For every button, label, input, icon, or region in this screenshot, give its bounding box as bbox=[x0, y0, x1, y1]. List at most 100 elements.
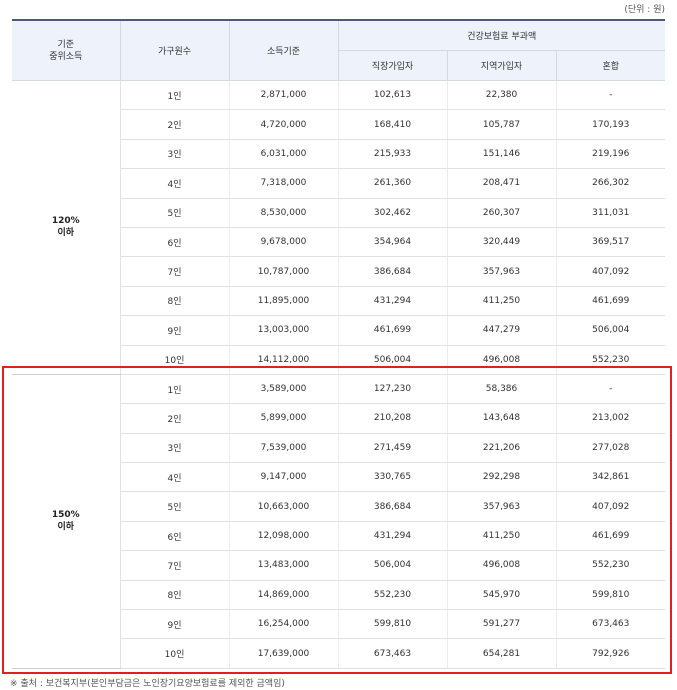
regional-cell: 143,648 bbox=[447, 403, 557, 434]
income-cell: 11,895,000 bbox=[229, 286, 339, 317]
household-cell: 3인 bbox=[120, 139, 230, 170]
household-cell: 2인 bbox=[120, 109, 230, 140]
table-row: 150% 이하 1인 3,589,000 127,230 58,386- bbox=[12, 374, 665, 669]
household-cell: 9인 bbox=[120, 315, 230, 346]
household-cell: 5인 bbox=[120, 491, 230, 522]
source-footnote: ※ 출처 : 보건복지부(본인부담금은 노인장기요양보험료를 제외한 금액임) bbox=[10, 679, 285, 689]
employee-cell: 261,360 bbox=[338, 168, 448, 199]
income-cell: 8,530,000 bbox=[229, 198, 339, 228]
income-cell: 16,254,000 bbox=[229, 609, 339, 640]
household-cell: 1인 bbox=[120, 80, 230, 111]
income-cell: 14,869,000 bbox=[229, 580, 339, 611]
employee-cell: 673,463 bbox=[338, 638, 448, 669]
mixed-cell: 552,230 bbox=[556, 345, 665, 375]
regional-cell: 208,471 bbox=[447, 168, 557, 199]
household-cell: 2인 bbox=[120, 403, 230, 434]
header-premium: 건강보험료 부과액 bbox=[338, 19, 665, 51]
household-cell: 8인 bbox=[120, 286, 230, 317]
mixed-cell: 369,517 bbox=[556, 227, 665, 258]
household-cell: 7인 bbox=[120, 256, 230, 287]
mixed-cell: 673,463 bbox=[556, 609, 665, 640]
regional-cell: 411,250 bbox=[447, 286, 557, 317]
unit-label: (단위 : 원) bbox=[624, 5, 665, 15]
household-cell: 6인 bbox=[120, 521, 230, 552]
mixed-cell: 792,926 bbox=[556, 638, 665, 669]
header-regional: 지역가입자 bbox=[447, 50, 557, 81]
header-group: 기준 중위소득 bbox=[12, 19, 121, 81]
income-cell: 7,539,000 bbox=[229, 433, 339, 464]
household-cell: 9인 bbox=[120, 609, 230, 640]
regional-cell: 496,008 bbox=[447, 550, 557, 581]
regional-cell: 221,206 bbox=[447, 433, 557, 464]
employee-cell: 215,933 bbox=[338, 139, 448, 170]
household-cell: 10인 bbox=[120, 345, 230, 375]
table-body: 120% 이하 1인 2,871,000 102,613 22,380-2인 4,720,… bbox=[12, 80, 665, 669]
employee-cell: 302,462 bbox=[338, 198, 448, 228]
income-cell: 12,098,000 bbox=[229, 521, 339, 552]
header-mixed: 혼합 bbox=[556, 50, 665, 81]
income-cell: 7,318,000 bbox=[229, 168, 339, 199]
income-cell: 4,720,000 bbox=[229, 109, 339, 140]
household-cell: 7인 bbox=[120, 550, 230, 581]
regional-cell: 357,963 bbox=[447, 256, 557, 287]
employee-cell: 386,684 bbox=[338, 256, 448, 287]
mixed-cell: - bbox=[556, 80, 665, 111]
employee-cell: 431,294 bbox=[338, 286, 448, 317]
employee-cell: 461,699 bbox=[338, 315, 448, 346]
employee-cell: 330,765 bbox=[338, 462, 448, 493]
income-cell: 9,147,000 bbox=[229, 462, 339, 493]
regional-cell: 260,307 bbox=[447, 198, 557, 228]
group-label: 150% 이하 bbox=[12, 374, 121, 669]
income-cell: 17,639,000 bbox=[229, 638, 339, 669]
employee-cell: 431,294 bbox=[338, 521, 448, 552]
income-criteria-table: 기준 중위소득 가구원수 소득기준 건강보험료 부과액 직장가입자 지역가입자 … bbox=[12, 19, 665, 669]
employee-cell: 354,964 bbox=[338, 227, 448, 258]
mixed-cell: 461,699 bbox=[556, 286, 665, 317]
header-employee: 직장가입자 bbox=[338, 50, 448, 81]
regional-cell: 22,380 bbox=[447, 80, 557, 111]
employee-cell: 210,208 bbox=[338, 403, 448, 434]
table-row: 120% 이하 1인 2,871,000 102,613 22,380- bbox=[12, 80, 665, 375]
mixed-cell: 266,302 bbox=[556, 168, 665, 199]
mixed-cell: 219,196 bbox=[556, 139, 665, 170]
mixed-cell: 213,002 bbox=[556, 403, 665, 434]
regional-cell: 292,298 bbox=[447, 462, 557, 493]
employee-cell: 168,410 bbox=[338, 109, 448, 140]
mixed-cell: 407,092 bbox=[556, 256, 665, 287]
mixed-cell: 506,004 bbox=[556, 315, 665, 346]
regional-cell: 447,279 bbox=[447, 315, 557, 346]
regional-cell: 496,008 bbox=[447, 345, 557, 375]
household-cell: 6인 bbox=[120, 227, 230, 258]
regional-cell: 58,386 bbox=[447, 374, 557, 405]
employee-cell: 599,810 bbox=[338, 609, 448, 640]
employee-cell: 506,004 bbox=[338, 550, 448, 581]
income-cell: 13,483,000 bbox=[229, 550, 339, 581]
mixed-cell: 311,031 bbox=[556, 198, 665, 228]
income-cell: 10,663,000 bbox=[229, 491, 339, 522]
household-cell: 4인 bbox=[120, 168, 230, 199]
employee-cell: 386,684 bbox=[338, 491, 448, 522]
header-household: 가구원수 bbox=[120, 19, 230, 81]
income-cell: 2,871,000 bbox=[229, 80, 339, 111]
income-cell: 10,787,000 bbox=[229, 256, 339, 287]
income-cell: 13,003,000 bbox=[229, 315, 339, 346]
mixed-cell: 599,810 bbox=[556, 580, 665, 611]
employee-cell: 127,230 bbox=[338, 374, 448, 405]
mixed-cell: 170,193 bbox=[556, 109, 665, 140]
mixed-cell: 461,699 bbox=[556, 521, 665, 552]
income-cell: 6,031,000 bbox=[229, 139, 339, 170]
regional-cell: 654,281 bbox=[447, 638, 557, 669]
mixed-cell: 407,092 bbox=[556, 491, 665, 522]
group-label: 120% 이하 bbox=[12, 80, 121, 375]
income-cell: 3,589,000 bbox=[229, 374, 339, 405]
income-cell: 14,112,000 bbox=[229, 345, 339, 375]
regional-cell: 357,963 bbox=[447, 491, 557, 522]
income-cell: 9,678,000 bbox=[229, 227, 339, 258]
income-criteria-table-wrap: 기준 중위소득 가구원수 소득기준 건강보험료 부과액 직장가입자 지역가입자 … bbox=[12, 19, 665, 669]
employee-cell: 102,613 bbox=[338, 80, 448, 111]
household-cell: 10인 bbox=[120, 638, 230, 669]
mixed-cell: 342,861 bbox=[556, 462, 665, 493]
header-income: 소득기준 bbox=[229, 19, 339, 81]
regional-cell: 411,250 bbox=[447, 521, 557, 552]
household-cell: 3인 bbox=[120, 433, 230, 464]
